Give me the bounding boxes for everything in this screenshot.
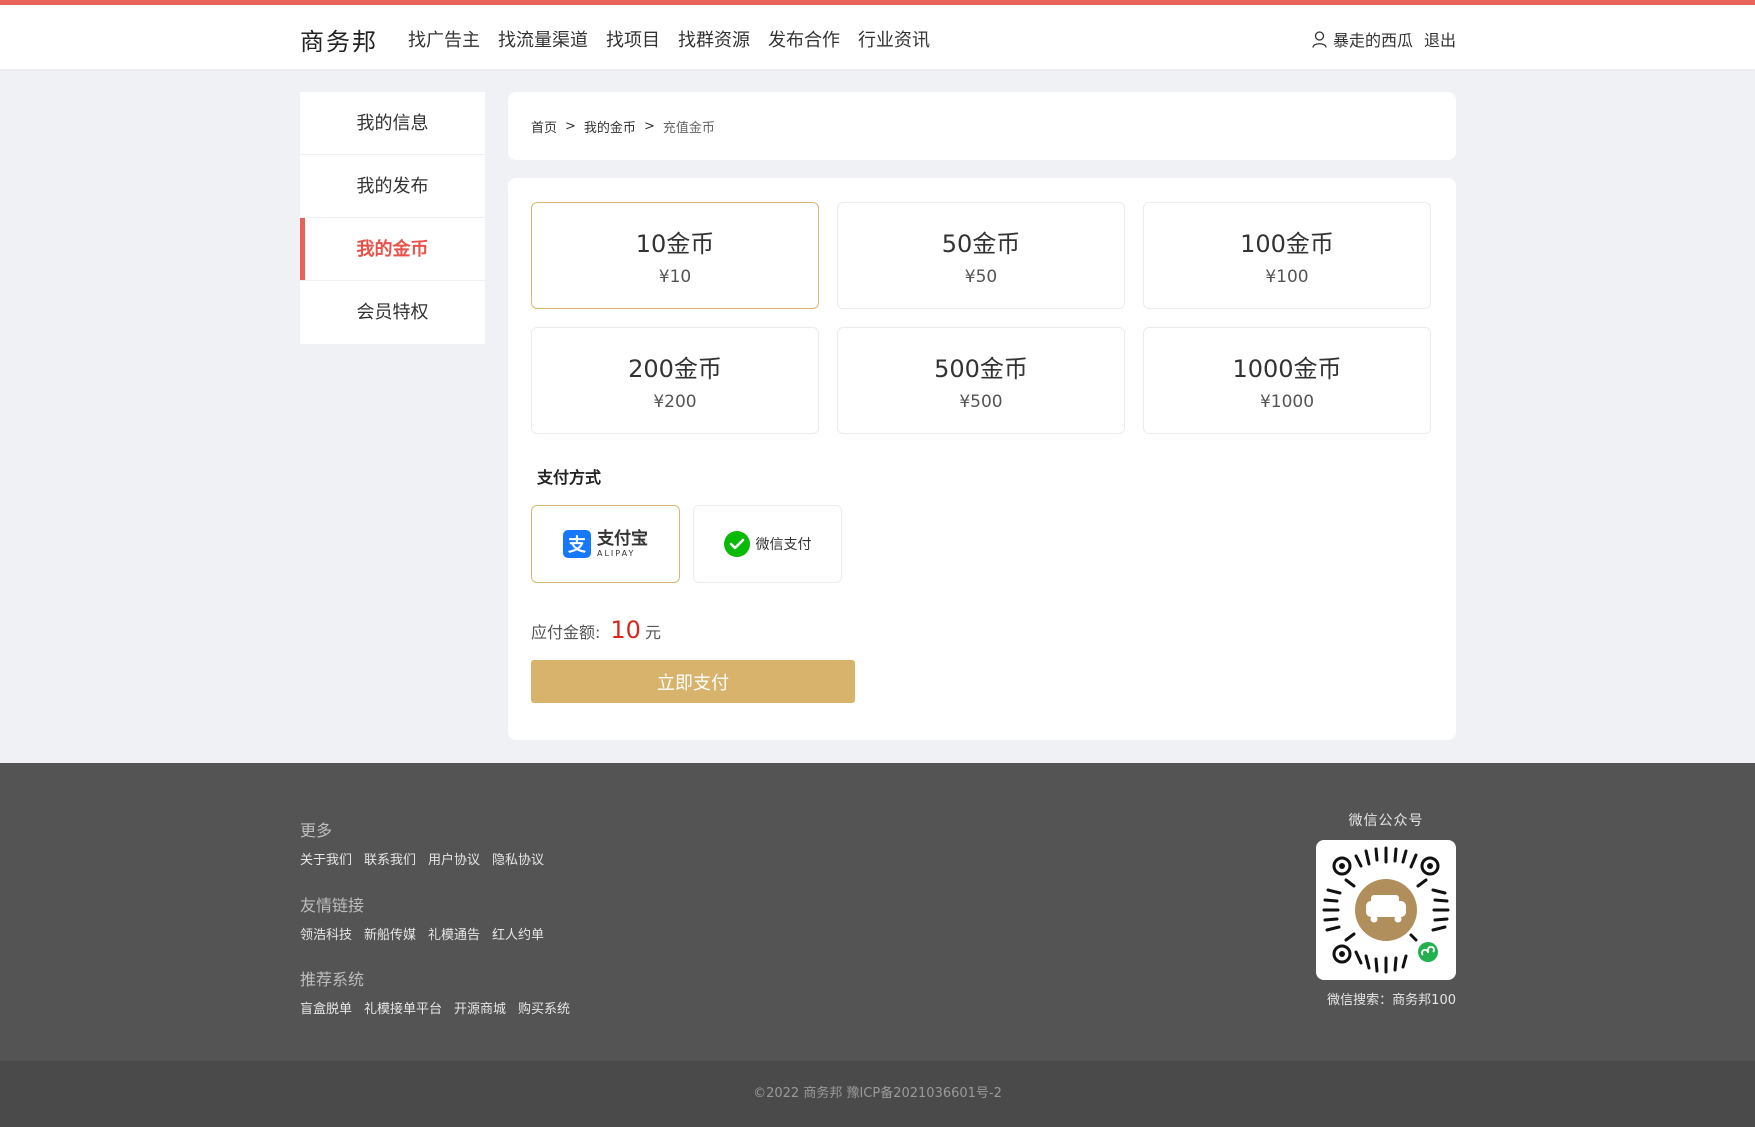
payment-options: 支 支付宝 ALIPAY 微信支付: [531, 505, 842, 583]
wechat-pay-icon: [723, 531, 750, 557]
coin-option-50[interactable]: 50金币 ¥50: [837, 202, 1125, 309]
footer-more-title: 更多: [300, 821, 333, 840]
footer-friend-links-title: 友情链接: [300, 896, 365, 915]
footer-link-contact[interactable]: 联系我们: [364, 849, 416, 868]
footer-link-user-agreement[interactable]: 用户协议: [428, 849, 480, 868]
coin-options-grid: 10金币 ¥10 50金币 ¥50 100金币 ¥100 200金币 ¥200 …: [531, 202, 1431, 434]
payable-amount-unit: 元: [644, 623, 661, 642]
sidebar-item-my-info[interactable]: 我的信息: [300, 92, 485, 155]
footer-link-privacy[interactable]: 隐私协议: [492, 849, 544, 868]
payment-method-title: 支付方式: [537, 468, 602, 487]
wechat-pay-option[interactable]: 微信支付: [693, 505, 842, 583]
breadcrumb-my-coins[interactable]: 我的金币: [584, 117, 636, 136]
qr-code-icon: [1322, 846, 1450, 974]
alipay-label-en: ALIPAY: [597, 548, 636, 558]
coin-price: ¥200: [653, 392, 697, 412]
coin-price: ¥50: [964, 267, 998, 287]
footer: 更多 关于我们 联系我们 用户协议 隐私协议 友情链接 领浩科技 新船传媒 礼模…: [0, 763, 1755, 1061]
coin-option-500[interactable]: 500金币 ¥500: [837, 327, 1125, 434]
footer-more-links: 关于我们 联系我们 用户协议 隐私协议: [300, 849, 544, 868]
payable-amount: 应付金额: 10 元: [531, 616, 661, 644]
footer-recommend-links: 盲盒脱单 礼模接单平台 开源商城 购买系统: [300, 998, 570, 1017]
coin-amount: 100金币: [1240, 230, 1334, 258]
alipay-label: 支付宝: [597, 528, 648, 549]
coin-option-200[interactable]: 200金币 ¥200: [531, 327, 819, 434]
nav-item-traffic-channels[interactable]: 找流量渠道: [498, 26, 588, 52]
breadcrumb-recharge-coins: 充值金币: [662, 120, 715, 136]
alipay-icon: 支: [563, 530, 591, 558]
footer-friend-link[interactable]: 红人约单: [492, 924, 544, 943]
logout-link[interactable]: 退出: [1424, 27, 1456, 51]
footer-friend-links: 领浩科技 新船传媒 礼模通告 红人约单: [300, 924, 544, 943]
wechat-official-account-title: 微信公众号: [1348, 813, 1424, 829]
breadcrumb-separator: >: [565, 118, 576, 134]
coin-option-10[interactable]: 10金币 ¥10: [531, 202, 819, 309]
sidebar-item-member-privileges[interactable]: 会员特权: [300, 281, 485, 344]
footer-recommend-link[interactable]: 开源商城: [454, 998, 506, 1017]
username[interactable]: 暴走的西瓜: [1333, 27, 1413, 51]
recharge-panel: 10金币 ¥10 50金币 ¥50 100金币 ¥100 200金币 ¥200 …: [508, 178, 1456, 740]
coin-price: ¥10: [658, 267, 692, 287]
coin-amount: 500金币: [934, 355, 1028, 383]
main-nav: 找广告主 找流量渠道 找项目 找群资源 发布合作 行业资讯: [408, 26, 930, 52]
sidebar-item-my-posts[interactable]: 我的发布: [300, 155, 485, 218]
nav-item-group-resources[interactable]: 找群资源: [678, 26, 750, 52]
footer-recommend-link[interactable]: 盲盒脱单: [300, 998, 352, 1017]
alipay-wordmark: 支付宝 ALIPAY: [597, 528, 648, 558]
coin-amount: 50金币: [941, 230, 1021, 258]
copyright: ©2022 商务邦 豫ICP备2021036601号-2: [0, 1061, 1755, 1127]
footer-friend-link[interactable]: 领浩科技: [300, 924, 352, 943]
nav-item-advertisers[interactable]: 找广告主: [408, 26, 480, 52]
coin-option-100[interactable]: 100金币 ¥100: [1143, 202, 1431, 309]
footer-link-about[interactable]: 关于我们: [300, 849, 352, 868]
nav-item-publish-cooperation[interactable]: 发布合作: [768, 26, 840, 52]
sidebar-item-my-coins[interactable]: 我的金币: [300, 218, 485, 281]
coin-price: ¥500: [959, 392, 1003, 412]
coin-option-1000[interactable]: 1000金币 ¥1000: [1143, 327, 1431, 434]
nav-item-industry-news[interactable]: 行业资讯: [858, 26, 930, 52]
site-logo[interactable]: 商务邦: [300, 22, 378, 57]
nav-item-projects[interactable]: 找项目: [606, 26, 660, 52]
payable-amount-value: 10: [610, 616, 641, 644]
breadcrumb-home[interactable]: 首页: [531, 117, 557, 136]
sidebar-menu: 我的信息 我的发布 我的金币 会员特权: [300, 92, 485, 344]
user-icon: [1312, 30, 1327, 48]
coin-price: ¥100: [1265, 267, 1309, 287]
wechat-qr-code: [1316, 840, 1456, 980]
coin-price: ¥1000: [1259, 392, 1315, 412]
wechat-pay-label: 微信支付: [755, 537, 812, 553]
footer-friend-link[interactable]: 新船传媒: [364, 924, 416, 943]
footer-recommend-link[interactable]: 礼模接单平台: [364, 998, 442, 1017]
footer-recommend-link[interactable]: 购买系统: [518, 998, 570, 1017]
header: 商务邦 找广告主 找流量渠道 找项目 找群资源 发布合作 行业资讯 暴走的西瓜 …: [0, 5, 1755, 69]
breadcrumb-separator: >: [643, 118, 655, 134]
coin-amount: 200金币: [628, 355, 722, 383]
wechat-search-hint: 微信搜索：商务邦100: [1327, 993, 1456, 1008]
footer-recommend-title: 推荐系统: [300, 970, 365, 989]
footer-friend-link[interactable]: 礼模通告: [428, 924, 480, 943]
coin-amount: 1000金币: [1232, 355, 1342, 383]
breadcrumb: 首页 > 我的金币 > 充值金币: [508, 92, 1456, 160]
payable-amount-label: 应付金额:: [531, 623, 601, 642]
coin-amount: 10金币: [635, 230, 715, 258]
user-area: 暴走的西瓜 退出: [1312, 27, 1456, 51]
alipay-option[interactable]: 支 支付宝 ALIPAY: [531, 505, 680, 583]
pay-now-button[interactable]: 立即支付: [531, 660, 855, 703]
